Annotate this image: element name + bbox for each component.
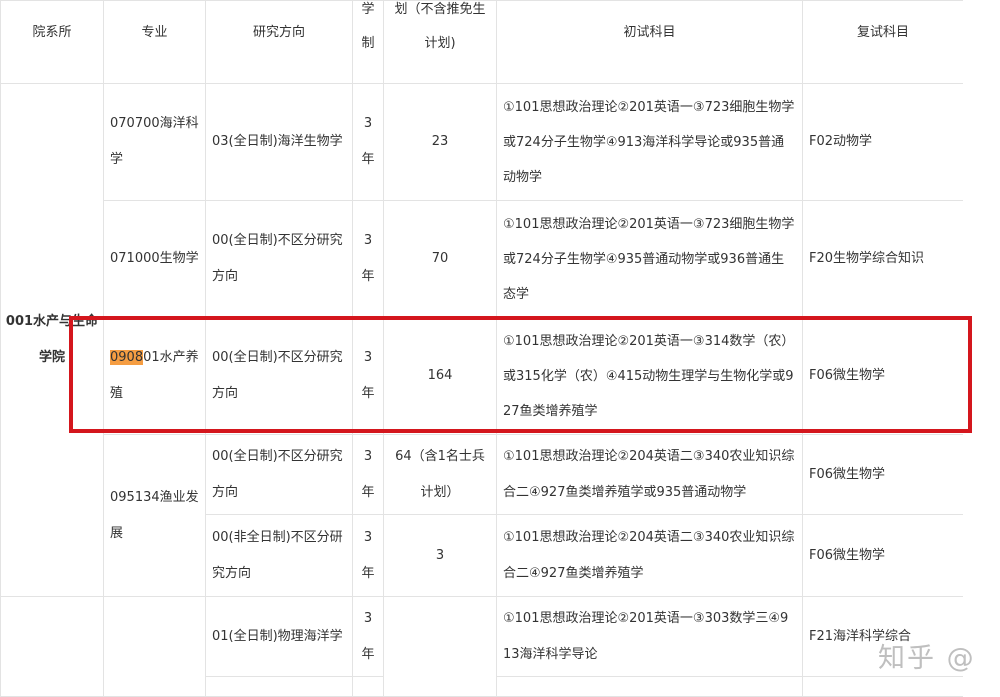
exam-cell: ①101思想政治理论②204英语二③340农业知识综合二④927鱼类增养殖学 [496, 514, 803, 597]
major-cell: 090801水产养殖 [103, 317, 206, 435]
table-row: 01(全日制)物理海洋学 3年 ①101思想政治理论②201英语一③303数学三… [0, 596, 964, 697]
dept-cell-empty [0, 596, 104, 697]
table-row: 071000生物学 00(全日制)不区分研究方向 3年 70 ①101思想政治理… [1, 200, 964, 318]
major-cell-empty [103, 596, 206, 697]
plan-cell [383, 596, 497, 697]
exam-cell: ①101思想政治理论②201英语一③303数学三④913海洋科学导论 [496, 596, 803, 677]
direction-cell: 00(全日制)不区分研究方向 [205, 434, 353, 515]
right-margin [963, 0, 1000, 697]
major-cell: 095134渔业发展 [103, 434, 206, 597]
plan-cell: 70 [383, 200, 497, 318]
header-plan: 划（不含推免生 计划) [383, 0, 497, 84]
plan-cell: 23 [383, 83, 497, 201]
duration-cell-empty [352, 676, 384, 697]
retest-cell: F06微生物学 [802, 317, 964, 435]
duration-cell: 3年 [352, 596, 384, 677]
header-row: 院系所 专业 研究方向 学 制 划（不含推免生 计划) 初试科目 复试科目 [0, 0, 964, 84]
exam-cell: ①101思想政治理论②204英语二③340农业知识综合二④927鱼类增养殖学或9… [496, 434, 803, 515]
dept-cell: 001水产与生命 学院 [0, 83, 104, 597]
header-direction: 研究方向 [205, 0, 353, 84]
direction-cell: 03(全日制)海洋生物学 [205, 83, 353, 201]
direction-cell: 01(全日制)物理海洋学 [205, 596, 353, 677]
retest-cell: F02动物学 [802, 83, 964, 201]
exam-cell: ①101思想政治理论②201英语一③723细胞生物学或724分子生物学④935普… [496, 200, 803, 318]
major-cell: 071000生物学 [103, 200, 206, 318]
retest-cell-empty [802, 676, 964, 697]
direction-cell: 00(非全日制)不区分研究方向 [205, 514, 353, 597]
direction-cell: 00(全日制)不区分研究方向 [205, 200, 353, 318]
admissions-table: 院系所 专业 研究方向 学 制 划（不含推免生 计划) 初试科目 复试科目 00… [0, 0, 964, 697]
exam-cell: ①101思想政治理论②201英语一③723细胞生物学或724分子生物学④913海… [496, 83, 803, 201]
header-major: 专业 [103, 0, 206, 84]
duration-cell: 3年 [352, 434, 384, 515]
exam-cell: ①101思想政治理论②201英语一③314数学（农）或315化学（农）④415动… [496, 317, 803, 435]
direction-cell: 00(全日制)不区分研究方向 [205, 317, 353, 435]
zhihu-watermark: 知乎 @ [878, 643, 976, 674]
header-duration: 学 制 [352, 0, 384, 84]
duration-cell: 3年 [352, 200, 384, 318]
duration-cell: 3年 [352, 317, 384, 435]
table-row-highlighted: 090801水产养殖 00(全日制)不区分研究方向 3年 164 ①101思想政… [1, 317, 964, 435]
plan-cell: 164 [383, 317, 497, 435]
major-cell: 070700海洋科学 [103, 83, 206, 201]
table-row: 095134渔业发展 00(全日制)不区分研究方向 3年 64（含1名士兵计划）… [1, 434, 964, 597]
header-first-exam: 初试科目 [496, 0, 803, 84]
header-dept: 院系所 [0, 0, 104, 84]
highlighted-code: 0908 [110, 350, 144, 365]
plan-cell: 64（含1名士兵计划） [383, 434, 497, 515]
duration-cell: 3年 [352, 83, 384, 201]
duration-cell: 3年 [352, 514, 384, 597]
plan-cell: 3 [383, 514, 497, 597]
exam-cell-empty [496, 676, 803, 697]
retest-cell: F20生物学综合知识 [802, 200, 964, 318]
table-row: 001水产与生命 学院 070700海洋科学 03(全日制)海洋生物学 3年 2… [0, 83, 964, 597]
retest-cell: F06微生物学 [802, 514, 964, 597]
direction-cell-empty [205, 676, 353, 697]
header-second-exam: 复试科目 [802, 0, 964, 84]
retest-cell: F06微生物学 [802, 434, 964, 515]
